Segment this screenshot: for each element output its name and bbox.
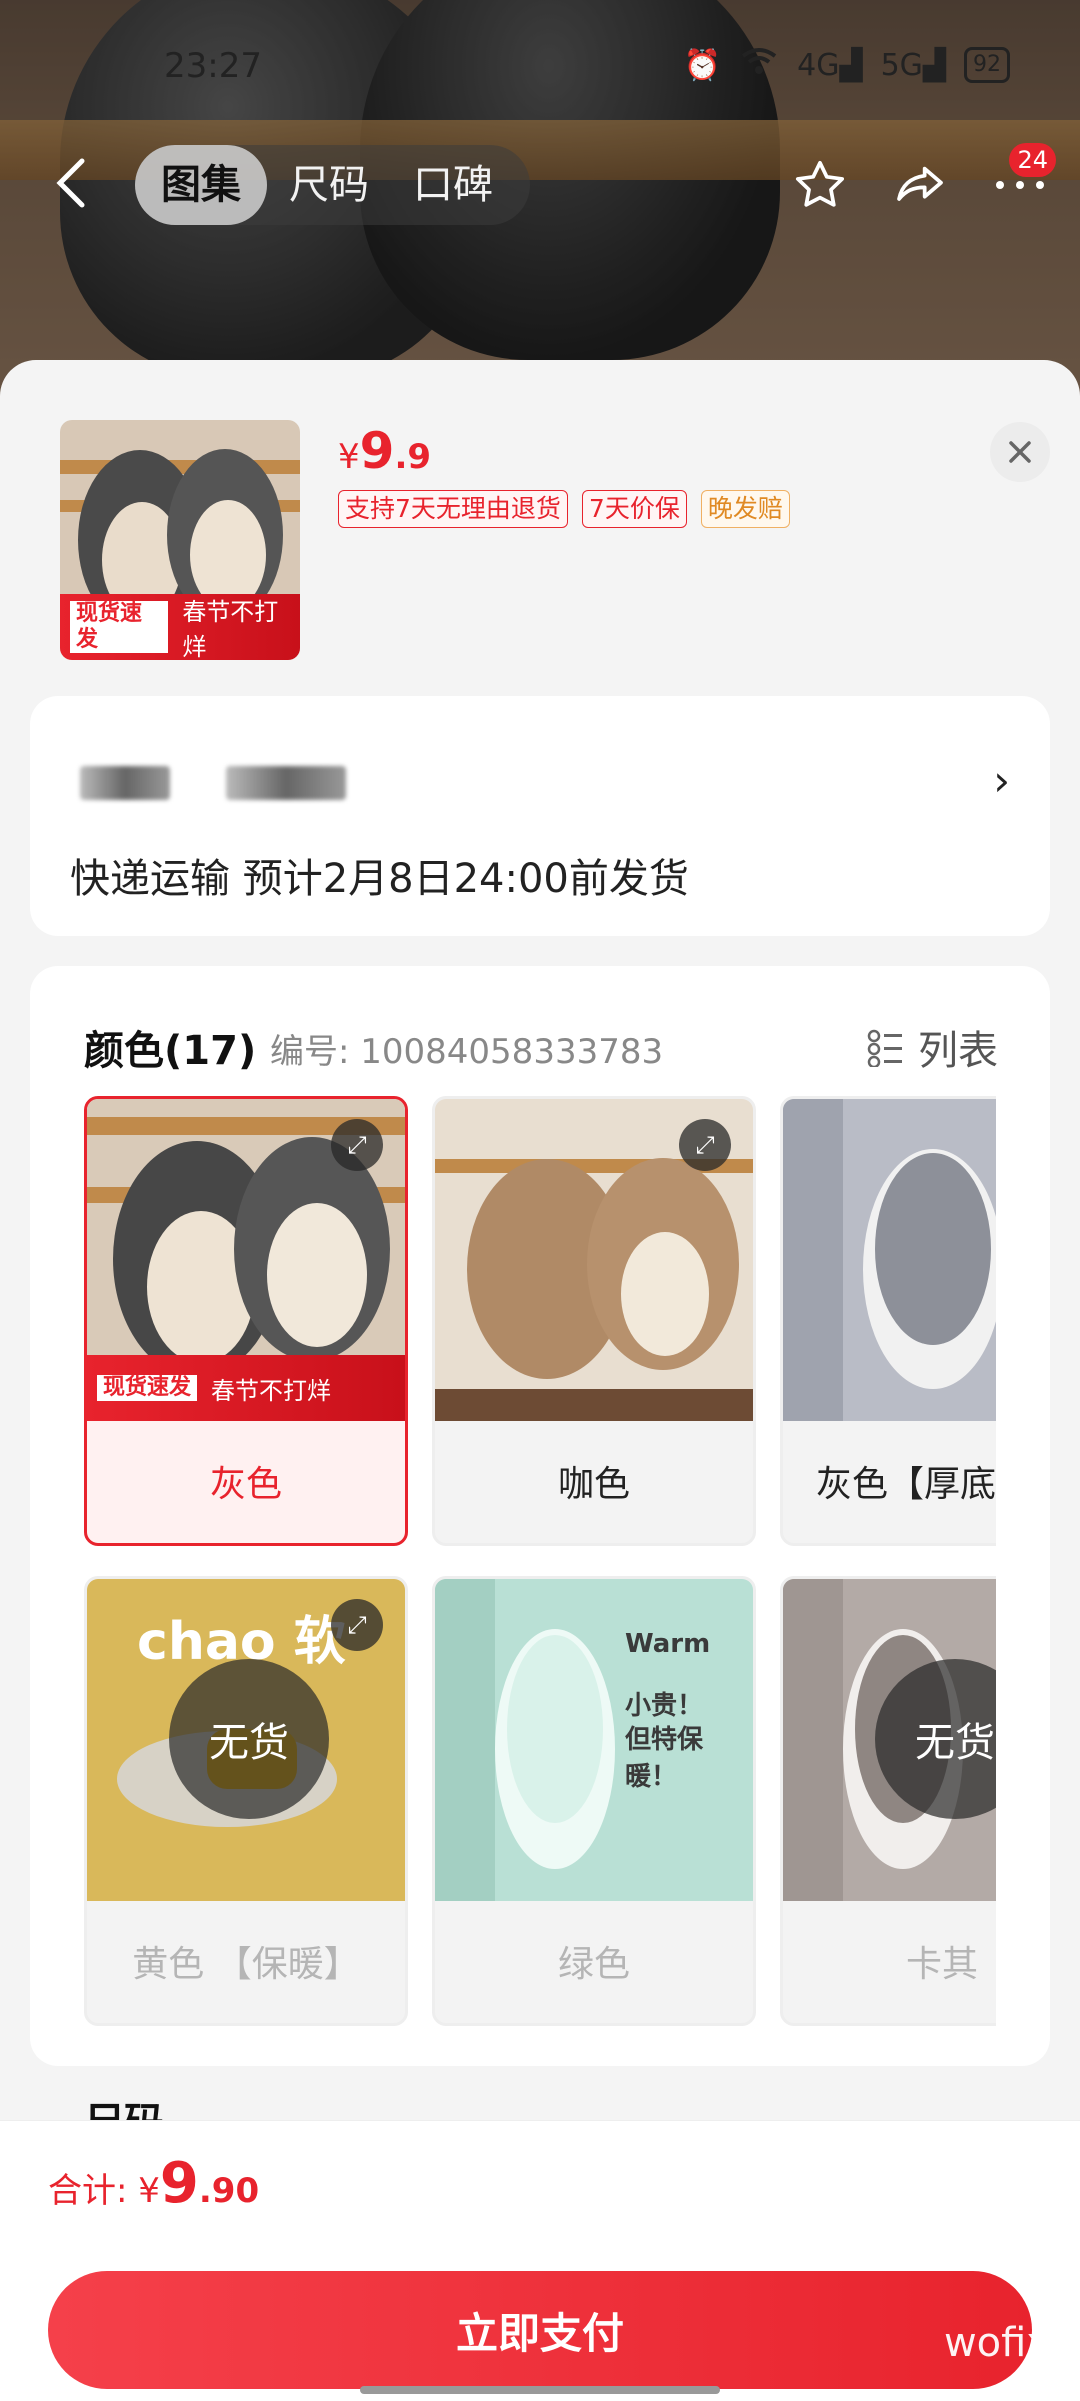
product-summary: 现货速发 春节不打烊 ¥9.9 支持7天无理由退货 7天价保 晚发赔 (0, 360, 1080, 680)
gallery-tabs: 图集 尺码 口碑 (135, 145, 530, 225)
list-icon (867, 1029, 902, 1067)
warm-brand: Warm (625, 1629, 711, 1659)
close-icon (1009, 441, 1031, 463)
total-label: 合计: (48, 2171, 139, 2211)
promo-ribbon: 现货速发 春节不打烊 (60, 594, 300, 660)
chevron-right-icon: › (993, 756, 1010, 805)
chevron-left-icon (56, 158, 85, 208)
color-options-grid: 现货速发 春节不打烊 ⤢ 灰色 ⤢ 咖色 灰色【厚底 chao 软 ⤢ 无货 黄… (84, 1096, 996, 2056)
blurred-text (80, 766, 170, 800)
total-currency: ¥ (138, 2171, 160, 2211)
warm-line1: 小贵！ (625, 1691, 704, 1721)
color-option-coffee[interactable]: ⤢ 咖色 (432, 1096, 756, 1546)
color-option-label: 灰色【厚底暖】 (815, 1464, 996, 1505)
list-view-label: 列表 (918, 1028, 998, 1074)
total-integer: 9 (159, 2151, 199, 2216)
tag-price-protect: 7天价保 (581, 490, 687, 528)
total-decimal: .90 (198, 2171, 260, 2211)
color-section-title: 颜色(17) (84, 1028, 257, 1074)
signal-icon-4g: 4G▟ (797, 47, 863, 83)
color-option-label: 咖色 (557, 1464, 630, 1505)
nav-actions: 24 (790, 143, 1056, 225)
tab-reviews[interactable]: 口碑 (391, 145, 515, 225)
wifi-icon (739, 46, 779, 84)
color-option-image: Warm 小贵！ 但特保暖！ (435, 1579, 753, 1901)
warm-line2: 但特保暖！ (625, 1725, 704, 1792)
price-integer: 9 (359, 422, 395, 480)
color-option-image (783, 1099, 996, 1421)
ribbon-holiday-label: 春节不打烊 (182, 598, 279, 660)
status-icons: ⏰ 4G▟ 5G▟ 92 (684, 46, 1010, 84)
soldout-badge: 无货 (169, 1659, 329, 1819)
expand-icon[interactable]: ⤢ (331, 1599, 383, 1651)
color-option-label: 绿色 (557, 1944, 630, 1985)
close-button[interactable] (990, 422, 1050, 482)
tag-late-compensation: 晚发赔 (700, 490, 790, 528)
color-option-grey-thick[interactable]: 灰色【厚底暖】 (780, 1096, 996, 1546)
list-view-toggle[interactable]: 列表 (866, 1018, 998, 1076)
delivery-card[interactable]: › 快递运输 预计2月8日24:00前发货 (30, 696, 1050, 936)
color-option-label: 黄色 【保暖】 (132, 1944, 360, 1985)
share-button[interactable] (890, 155, 950, 215)
shipping-estimate: 快递运输 预计2月8日24:00前发货 (70, 856, 689, 902)
status-time: 23:27 (164, 46, 262, 86)
battery-icon: 92 (964, 47, 1010, 83)
expand-icon[interactable]: ⤢ (679, 1119, 731, 1171)
checkout-bar: 合计: ¥9.90 立即支付 (0, 2120, 1080, 2401)
expand-icon[interactable]: ⤢ (331, 1119, 383, 1171)
service-tags: 支持7天无理由退货 7天价保 晚发赔 (338, 490, 790, 528)
back-button[interactable] (52, 155, 102, 215)
color-option-grey[interactable]: 现货速发 春节不打烊 ⤢ 灰色 (84, 1096, 408, 1546)
color-option-label: 卡其 (905, 1944, 978, 1985)
home-indicator[interactable] (360, 2386, 720, 2394)
color-option-label: 灰色 (209, 1464, 282, 1505)
signal-icon-5g: 5G▟ (880, 47, 946, 83)
price-decimal: .9 (394, 437, 432, 477)
blurred-text (226, 766, 346, 800)
price-currency: ¥ (338, 437, 360, 477)
color-option-green[interactable]: Warm 小贵！ 但特保暖！ 绿色 (432, 1576, 756, 2026)
price: ¥9.9 (338, 422, 431, 480)
color-option-yellow[interactable]: chao 软 ⤢ 无货 黄色 【保暖】 (84, 1576, 408, 2026)
color-option-khaki[interactable]: 无货 卡其 (780, 1576, 996, 2026)
ribbon-instock-label: 现货速发 (97, 1375, 198, 1401)
watermark: wofix (943, 2320, 1050, 2366)
favorite-button[interactable] (790, 155, 850, 215)
product-code: 编号: 10084058333783 (270, 1032, 664, 1072)
ribbon-instock-label: 现货速发 (70, 601, 169, 653)
status-bar: 23:27 ⏰ 4G▟ 5G▟ 92 (0, 40, 1080, 100)
product-thumbnail[interactable]: 现货速发 春节不打烊 (60, 420, 300, 660)
more-dots-icon (996, 181, 1044, 189)
blurred-address (80, 766, 346, 800)
promo-ribbon: 现货速发 春节不打烊 (87, 1355, 405, 1421)
notification-badge: 24 (1009, 143, 1056, 177)
pay-now-button[interactable]: 立即支付 (48, 2271, 1032, 2389)
total-price: 合计: ¥9.90 (48, 2151, 259, 2216)
star-icon (795, 160, 845, 207)
tab-gallery[interactable]: 图集 (135, 145, 267, 225)
more-button[interactable]: 24 (990, 143, 1056, 215)
share-icon (897, 166, 943, 201)
ribbon-holiday-label: 春节不打烊 (211, 1376, 332, 1405)
tab-size[interactable]: 尺码 (267, 145, 391, 225)
alarm-icon: ⏰ (683, 47, 722, 83)
top-nav: 图集 尺码 口碑 24 (0, 143, 1080, 225)
tag-return: 支持7天无理由退货 (338, 490, 568, 528)
color-section: 颜色(17) 编号: 10084058333783 列表 现货速发 春节不打烊 … (30, 966, 1050, 2066)
